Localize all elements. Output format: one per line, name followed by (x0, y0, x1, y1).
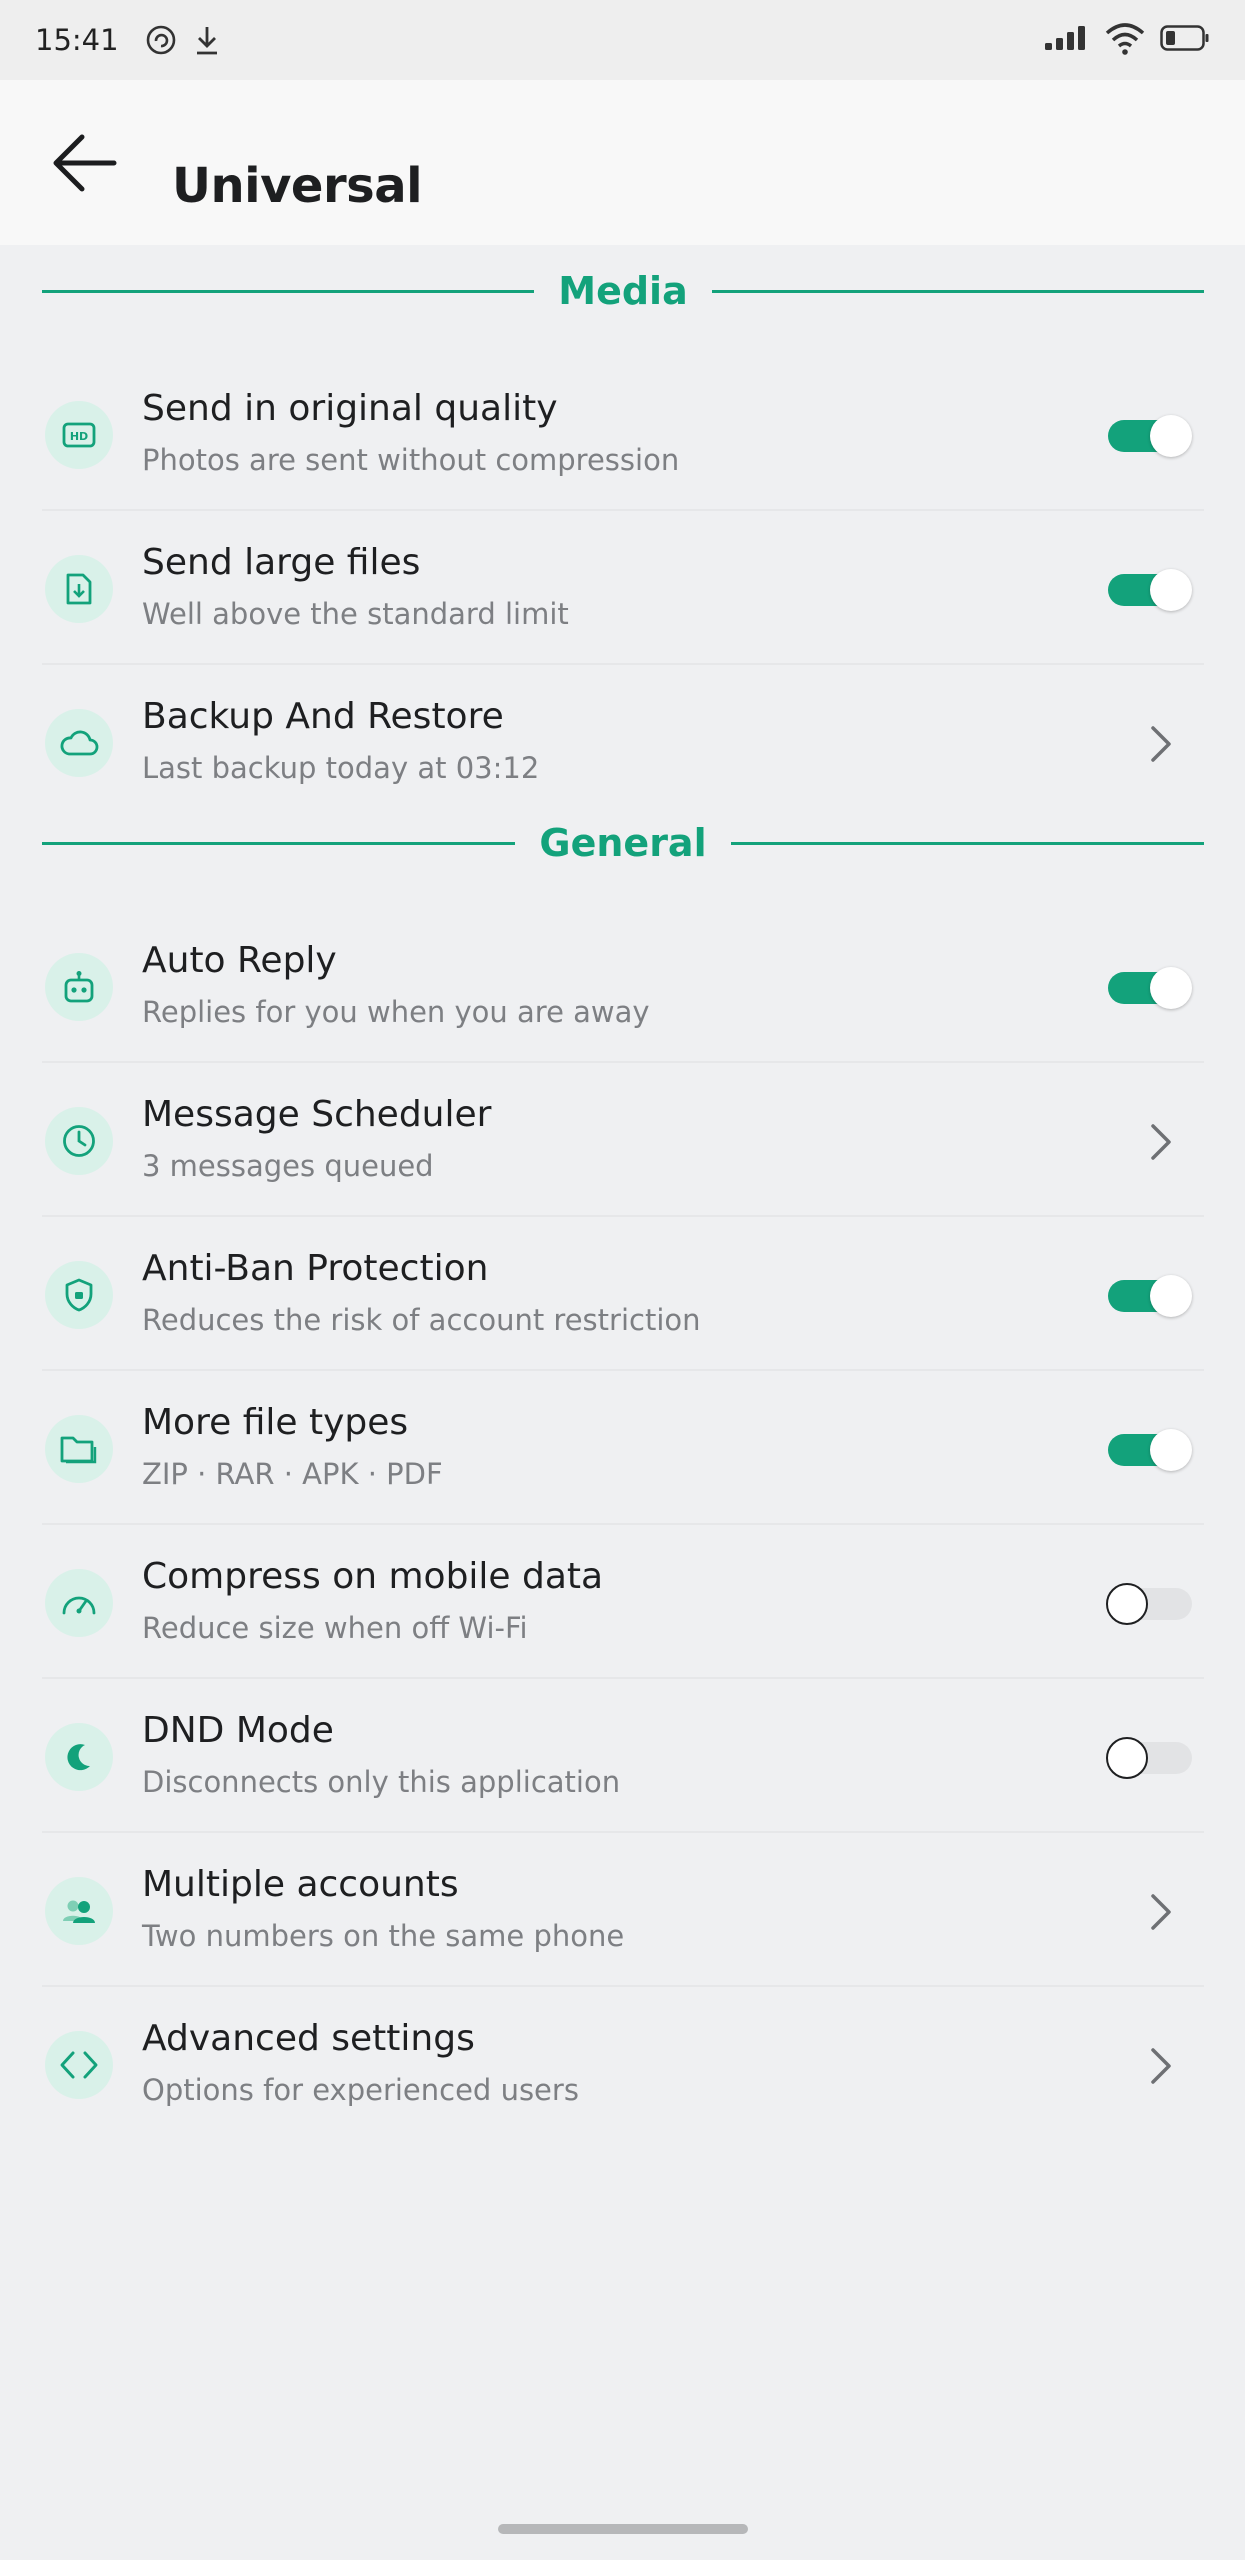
section-label: General (539, 821, 707, 865)
shield-icon (45, 1261, 113, 1329)
code-icon (45, 2031, 113, 2099)
setting-row-auto-reply[interactable]: Auto Reply Replies for you when you are … (42, 910, 1204, 1063)
setting-subtitle: 3 messages queued (142, 1149, 434, 1183)
setting-subtitle: Options for experienced users (142, 2073, 579, 2107)
section-header-general: General (42, 813, 1205, 873)
cloud-icon (45, 709, 113, 777)
section-divider (711, 289, 1204, 293)
setting-subtitle: Two numbers on the same phone (142, 1919, 625, 1953)
anti-ban-toggle[interactable] (1106, 1271, 1192, 1317)
sync-icon (145, 24, 177, 56)
wifi-icon (1104, 21, 1146, 59)
compress-mobile-data-toggle[interactable] (1106, 1579, 1192, 1625)
hd-icon: HD (45, 401, 113, 469)
app-bar: Universal (0, 80, 1245, 245)
setting-title: Advanced settings (142, 2018, 475, 2059)
large-files-toggle[interactable] (1106, 565, 1192, 611)
setting-row-more-file-types[interactable]: More file types ZIP · RAR · APK · PDF (42, 1372, 1204, 1525)
file-download-icon (45, 555, 113, 623)
setting-title: Auto Reply (142, 940, 337, 981)
status-time: 15:41 (35, 23, 119, 57)
setting-title: Message Scheduler (142, 1094, 492, 1135)
setting-title: DND Mode (142, 1710, 334, 1751)
setting-subtitle: ZIP · RAR · APK · PDF (142, 1457, 443, 1491)
moon-icon (45, 1723, 113, 1791)
setting-row-anti-ban[interactable]: Anti-Ban Protection Reduces the risk of … (42, 1218, 1204, 1371)
speedometer-icon (45, 1569, 113, 1637)
setting-title: Anti-Ban Protection (142, 1248, 489, 1289)
clock-icon (45, 1107, 113, 1175)
section-label: Media (558, 269, 688, 313)
setting-row-dnd-mode[interactable]: DND Mode Disconnects only this applicati… (42, 1680, 1204, 1833)
chevron-right-icon (1146, 1122, 1176, 1162)
chevron-right-icon (1146, 724, 1176, 764)
back-arrow-icon (53, 134, 117, 192)
setting-title: Backup And Restore (142, 696, 504, 737)
setting-title: Send in original quality (142, 388, 558, 429)
setting-row-multiple-accounts[interactable]: Multiple accounts Two numbers on the sam… (42, 1834, 1204, 1987)
setting-row-message-scheduler[interactable]: Message Scheduler 3 messages queued (42, 1064, 1204, 1217)
home-indicator[interactable] (498, 2524, 748, 2534)
more-file-types-toggle[interactable] (1106, 1425, 1192, 1471)
setting-row-backup-restore[interactable]: Backup And Restore Last backup today at … (42, 666, 1204, 819)
section-divider (42, 289, 535, 293)
battery-icon (1160, 24, 1210, 56)
page-title: Universal (172, 158, 423, 214)
back-button[interactable] (45, 128, 125, 198)
robot-icon (45, 953, 113, 1021)
setting-subtitle: Disconnects only this application (142, 1765, 621, 1799)
chevron-right-icon (1146, 1892, 1176, 1932)
setting-title: Send large files (142, 542, 421, 583)
setting-subtitle: Reduces the risk of account restriction (142, 1303, 701, 1337)
setting-subtitle: Last backup today at 03:12 (142, 751, 540, 785)
setting-row-original-quality[interactable]: HD Send in original quality Photos are s… (42, 358, 1204, 511)
setting-subtitle: Photos are sent without compression (142, 443, 680, 477)
signal-icon (1044, 25, 1090, 55)
folder-icon (45, 1415, 113, 1483)
setting-row-advanced-settings[interactable]: Advanced settings Options for experience… (42, 1988, 1204, 2141)
chevron-right-icon (1146, 2046, 1176, 2086)
setting-row-compress-mobile-data[interactable]: Compress on mobile data Reduce size when… (42, 1526, 1204, 1679)
original-quality-toggle[interactable] (1106, 411, 1192, 457)
setting-title: More file types (142, 1402, 409, 1443)
auto-reply-toggle[interactable] (1106, 963, 1192, 1009)
users-icon (45, 1877, 113, 1945)
download-icon (193, 24, 221, 56)
dnd-mode-toggle[interactable] (1106, 1733, 1192, 1779)
setting-title: Compress on mobile data (142, 1556, 604, 1597)
setting-subtitle: Well above the standard limit (142, 597, 569, 631)
section-divider (42, 841, 516, 845)
setting-subtitle: Reduce size when off Wi-Fi (142, 1611, 528, 1645)
section-header-media: Media (42, 261, 1204, 321)
svg-text:HD: HD (70, 430, 88, 443)
setting-row-large-files[interactable]: Send large files Well above the standard… (42, 512, 1204, 665)
setting-title: Multiple accounts (142, 1864, 459, 1905)
setting-subtitle: Replies for you when you are away (142, 995, 650, 1029)
status-bar: 15:41 (0, 0, 1245, 80)
section-divider (730, 841, 1205, 845)
